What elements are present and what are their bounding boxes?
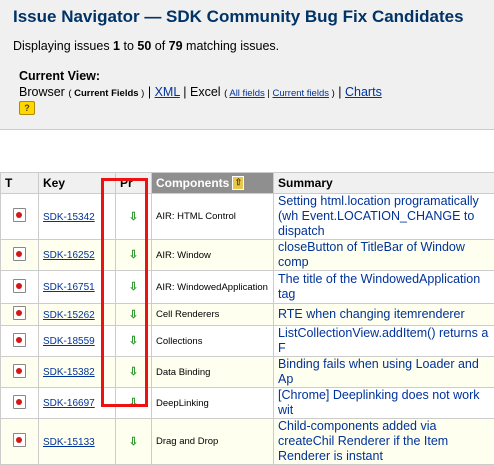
- summary-link[interactable]: Child-components added via createChil Re…: [278, 419, 448, 463]
- range-end: 50: [137, 39, 151, 53]
- issue-key-link[interactable]: SDK-15262: [43, 310, 95, 321]
- bug-type-icon: [13, 306, 26, 320]
- column-header-summary[interactable]: Summary: [274, 173, 494, 194]
- table-header-row: T Key Pr Components⇧ Summary: [1, 173, 494, 194]
- component-cell: AIR: HTML Control: [152, 194, 274, 240]
- table-row: SDK-16697 ⇩ DeepLinking [Chrome] Deeplin…: [1, 388, 494, 419]
- priority-arrow-down-icon: ⇩: [129, 336, 138, 347]
- column-header-key[interactable]: Key: [39, 173, 116, 194]
- current-view-heading: Current View:: [19, 69, 100, 83]
- issue-key-link[interactable]: SDK-15382: [43, 367, 95, 378]
- bug-type-icon: [13, 333, 26, 347]
- bug-type-icon: [13, 279, 26, 293]
- table-row: SDK-15342 ⇩ AIR: HTML Control Setting ht…: [1, 194, 494, 240]
- table-row: SDK-15262 ⇩ Cell Renderers RTE when chan…: [1, 304, 494, 326]
- total-count: 79: [169, 39, 183, 53]
- priority-arrow-down-icon: ⇩: [129, 282, 138, 293]
- summary-link[interactable]: ListCollectionView.addItem() returns a F: [278, 326, 488, 355]
- issue-key-link[interactable]: SDK-16751: [43, 282, 95, 293]
- summary-link[interactable]: The title of the WindowedApplication tag: [278, 272, 480, 301]
- priority-arrow-down-icon: ⇩: [129, 437, 138, 448]
- issues-table: T Key Pr Components⇧ Summary SDK-15342 ⇩…: [0, 172, 494, 465]
- priority-arrow-down-icon: ⇩: [129, 212, 138, 223]
- column-header-type[interactable]: T: [1, 173, 39, 194]
- component-cell: Collections: [152, 326, 274, 357]
- summary-link[interactable]: [Chrome] Deeplinking does not work wit: [278, 388, 480, 417]
- component-cell: AIR: WindowedApplication: [152, 271, 274, 304]
- bug-type-icon: [13, 208, 26, 222]
- excel-label: Excel: [190, 85, 221, 99]
- component-cell: Drag and Drop: [152, 419, 274, 465]
- summary-link[interactable]: Binding fails when using Loader and Ap: [278, 357, 479, 386]
- navigator-header-panel: Issue Navigator — SDK Community Bug Fix …: [0, 0, 494, 130]
- component-cell: Data Binding: [152, 357, 274, 388]
- column-header-components[interactable]: Components⇧: [152, 173, 274, 194]
- view-options: Browser ( Current Fields ) | XML | Excel…: [19, 85, 382, 99]
- issue-key-link[interactable]: SDK-18559: [43, 336, 95, 347]
- bug-type-icon: [13, 433, 26, 447]
- browser-view-label: Browser: [19, 85, 65, 99]
- table-row: SDK-16252 ⇩ AIR: Window closeButton of T…: [1, 240, 494, 271]
- help-icon[interactable]: ?: [19, 101, 35, 115]
- priority-arrow-down-icon: ⇩: [129, 250, 138, 261]
- page-title: Issue Navigator — SDK Community Bug Fix …: [13, 7, 464, 27]
- issue-key-link[interactable]: SDK-16697: [43, 398, 95, 409]
- table-row: SDK-16751 ⇩ AIR: WindowedApplication The…: [1, 271, 494, 304]
- sort-ascending-icon: ⇧: [232, 176, 244, 190]
- issue-key-link[interactable]: SDK-15133: [43, 437, 95, 448]
- priority-arrow-down-icon: ⇩: [129, 367, 138, 378]
- component-cell: Cell Renderers: [152, 304, 274, 326]
- xml-link[interactable]: XML: [155, 85, 180, 99]
- range-start: 1: [113, 39, 120, 53]
- component-cell: AIR: Window: [152, 240, 274, 271]
- bug-type-icon: [13, 364, 26, 378]
- charts-link[interactable]: Charts: [345, 85, 382, 99]
- column-header-priority[interactable]: Pr: [116, 173, 152, 194]
- table-row: SDK-18559 ⇩ Collections ListCollectionVi…: [1, 326, 494, 357]
- table-row: SDK-15133 ⇩ Drag and Drop Child-componen…: [1, 419, 494, 465]
- bug-type-icon: [13, 247, 26, 261]
- bug-type-icon: [13, 395, 26, 409]
- summary-link[interactable]: closeButton of TitleBar of Window comp: [278, 240, 465, 269]
- excel-current-fields-link[interactable]: Current fields: [272, 88, 329, 99]
- summary-link[interactable]: Setting html.location programatically (w…: [278, 194, 479, 238]
- priority-arrow-down-icon: ⇩: [129, 398, 138, 409]
- table-row: SDK-15382 ⇩ Data Binding Binding fails w…: [1, 357, 494, 388]
- component-cell: DeepLinking: [152, 388, 274, 419]
- summary-link[interactable]: RTE when changing itemrenderer: [278, 307, 465, 321]
- issue-key-link[interactable]: SDK-16252: [43, 250, 95, 261]
- issue-count-text: Displaying issues 1 to 50 of 79 matching…: [13, 39, 279, 53]
- priority-arrow-down-icon: ⇩: [129, 310, 138, 321]
- current-fields-label: Current Fields: [74, 88, 138, 99]
- issue-key-link[interactable]: SDK-15342: [43, 212, 95, 223]
- excel-all-fields-link[interactable]: All fields: [229, 88, 264, 99]
